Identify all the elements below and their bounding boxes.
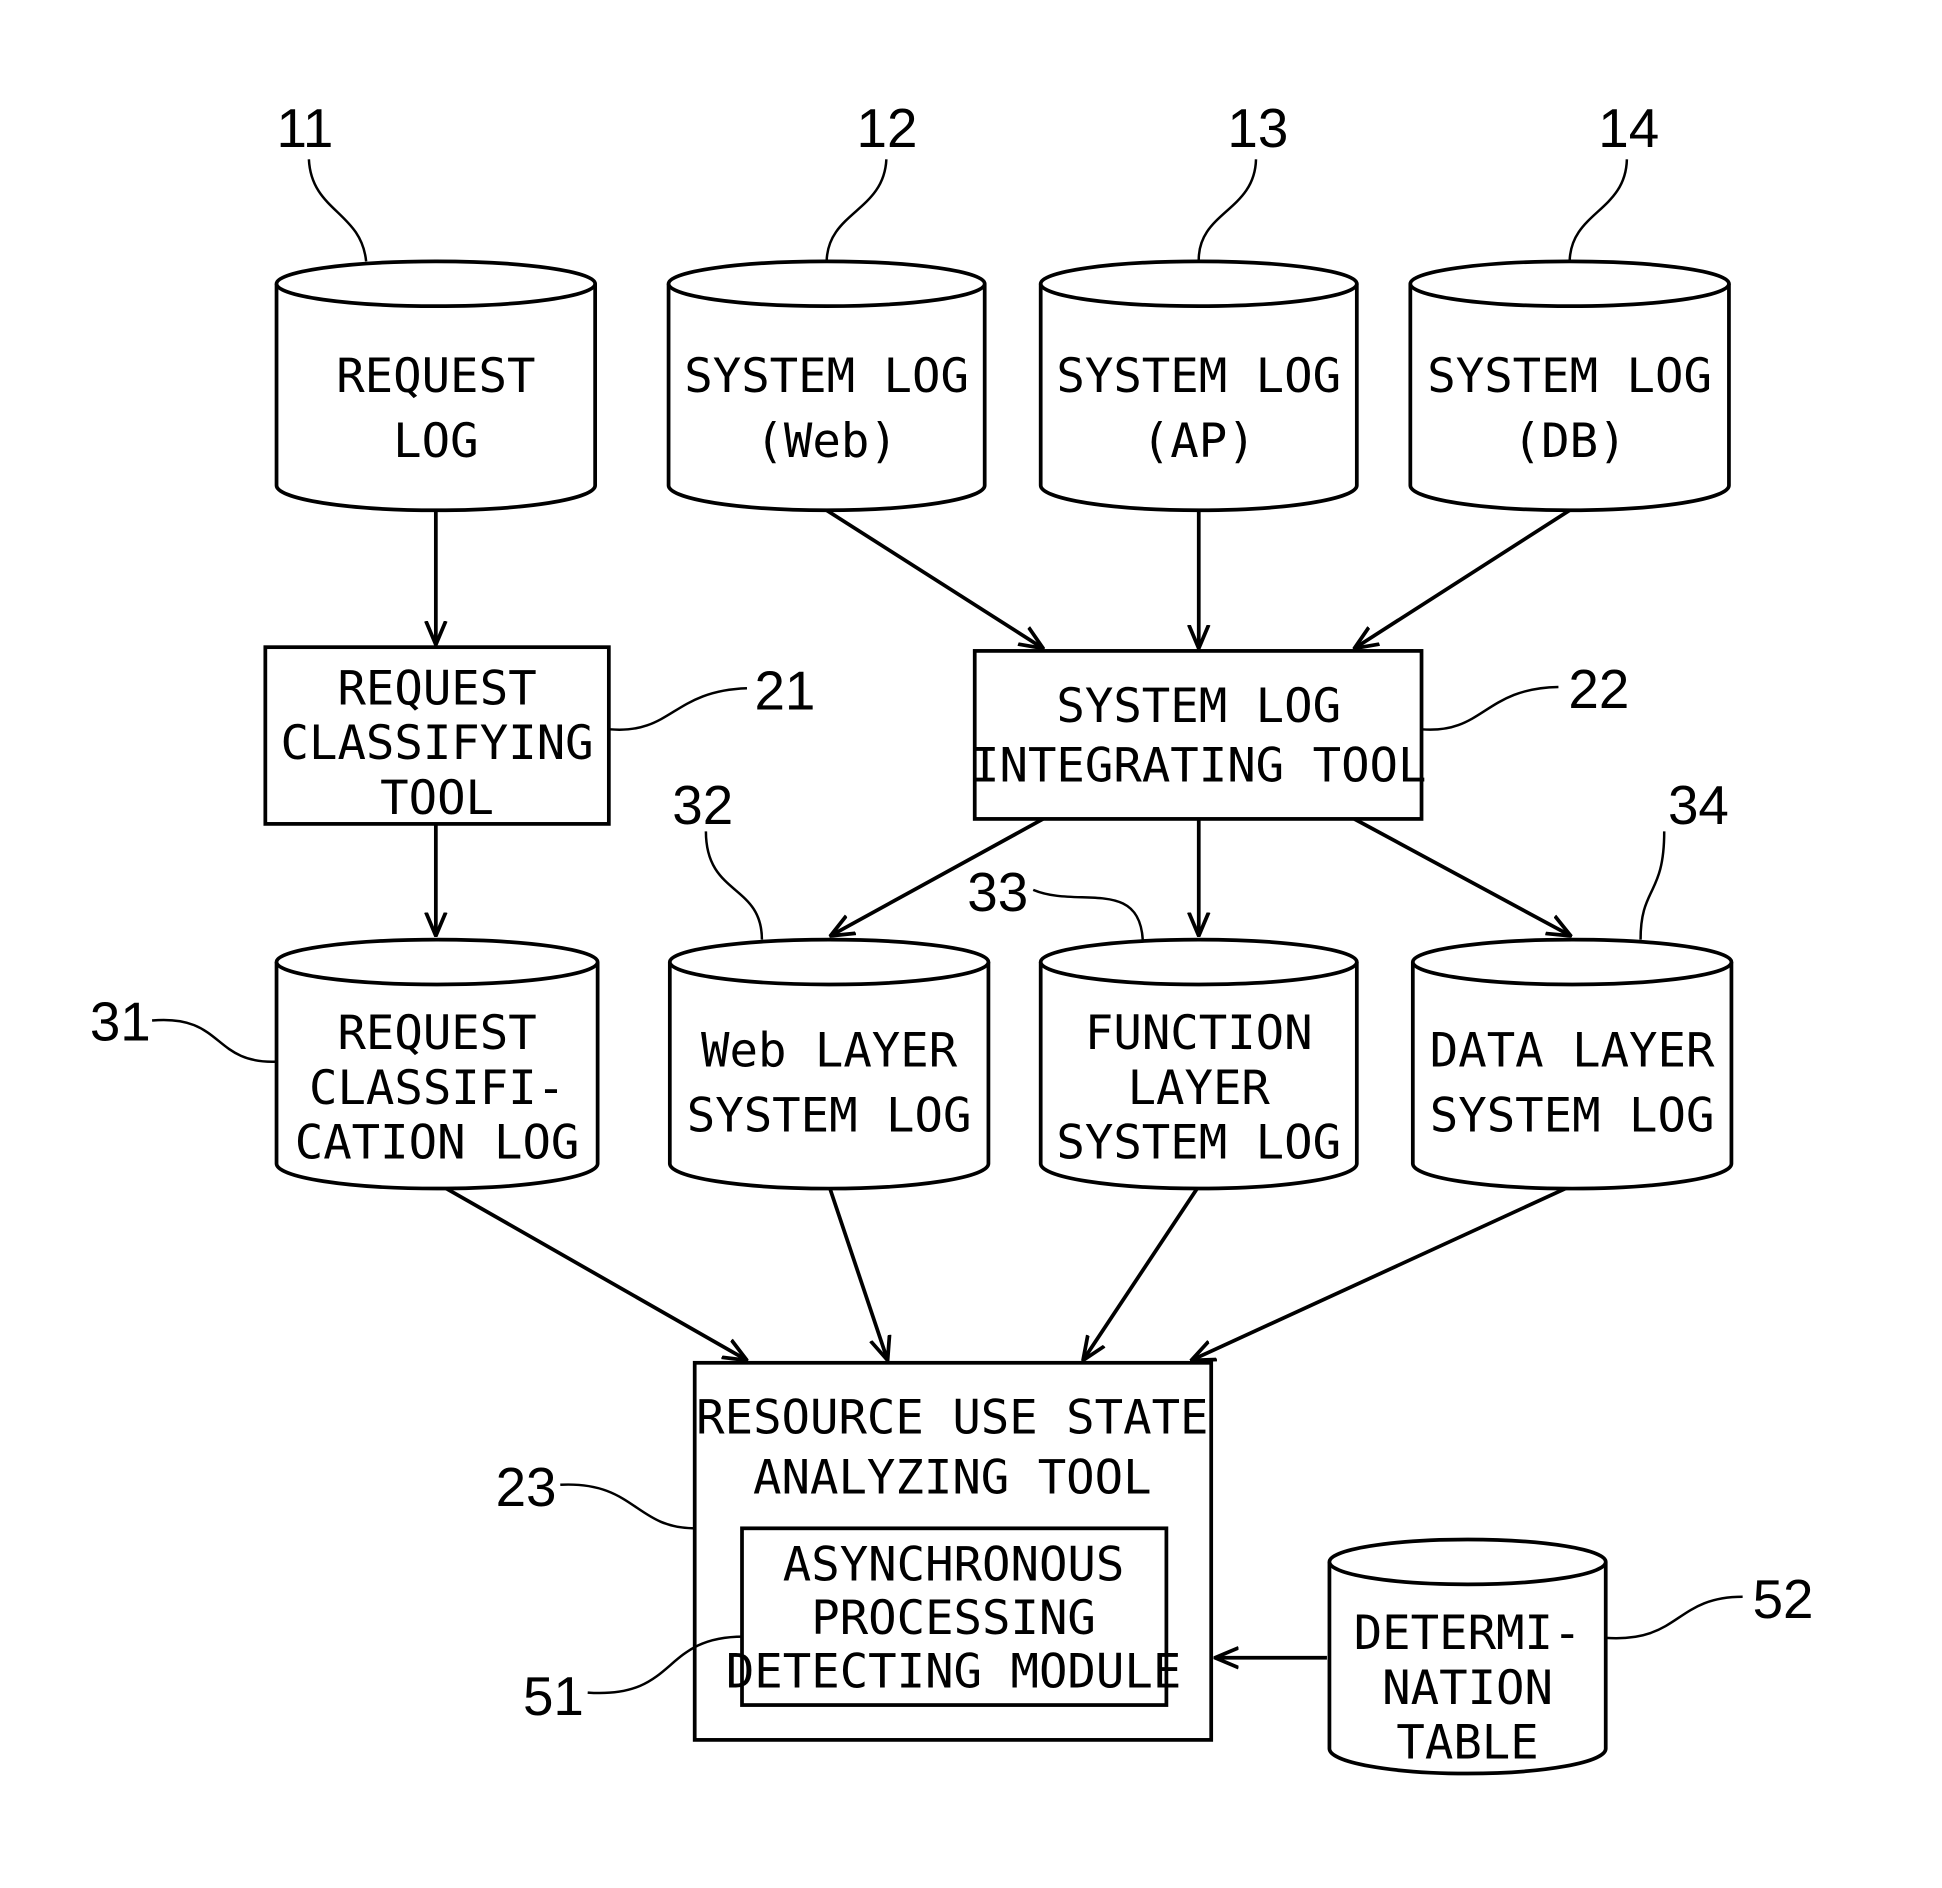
ref-31: 31 (90, 990, 151, 1052)
web-layer-log-label-1: Web LAYER (701, 1024, 958, 1079)
arrow-classification-log-to-analyzing-tool (441, 1184, 747, 1360)
block-diagram: REQUEST LOG SYSTEM LOG (Web) SYSTEM LOG … (90, 97, 1814, 1776)
web-layer-log-label-2: SYSTEM LOG (687, 1088, 972, 1143)
ref-14: 14 (1598, 97, 1659, 159)
analyzing-tool-label-1: RESOURCE USE STATE (696, 1391, 1208, 1446)
request-classifying-tool-label-3: TOOL (380, 771, 494, 826)
module-label-3: DETECTING MODULE (726, 1645, 1181, 1700)
web-layer-log-db: Web LAYER SYSTEM LOG (667, 937, 991, 1191)
arrow-function-layer-log-to-analyzing-tool (1083, 1185, 1201, 1360)
integrating-tool-label-2: INTEGRATING TOOL (971, 739, 1426, 794)
arrow-data-layer-log-to-analyzing-tool (1191, 1184, 1572, 1360)
arrow-syslog-db-to-integrating-tool (1354, 508, 1571, 648)
arrow-web-layer-log-to-analyzing-tool (827, 1185, 887, 1360)
ref-21: 21 (754, 659, 815, 721)
request-classifying-tool-label-1: REQUEST (337, 661, 536, 716)
module-label-1: ASYNCHRONOUS (783, 1538, 1125, 1593)
asynchronous-processing-detecting-module: ASYNCHRONOUS PROCESSING DETECTING MODULE (726, 1526, 1181, 1707)
system-log-web-label-2: (Web) (755, 414, 897, 469)
request-log-label-2: LOG (393, 414, 478, 469)
integrating-tool-label-1: SYSTEM LOG (1056, 679, 1341, 734)
ref-23: 23 (496, 1456, 557, 1518)
function-layer-log-db: FUNCTION LAYER SYSTEM LOG (1038, 937, 1359, 1191)
ref-32: 32 (672, 774, 733, 836)
ref-11: 11 (277, 97, 334, 159)
request-log-db: REQUEST LOG (274, 259, 598, 513)
determination-table-label-3: TABLE (1396, 1716, 1538, 1771)
system-log-integrating-tool: SYSTEM LOG INTEGRATING TOOL (971, 649, 1426, 821)
function-layer-log-label-2: LAYER (1128, 1061, 1271, 1116)
ref-13: 13 (1227, 97, 1288, 159)
system-log-db-db: SYSTEM LOG (DB) (1408, 259, 1731, 513)
ref-34: 34 (1668, 774, 1729, 836)
classification-log-label-3: CATION LOG (295, 1116, 580, 1171)
analyzing-tool-label-2: ANALYZING TOOL (753, 1450, 1152, 1505)
request-classifying-tool: REQUEST CLASSIFYING TOOL (263, 645, 611, 826)
system-log-db-label-2: (DB) (1513, 414, 1627, 469)
classification-log-label-2: CLASSIFI- (309, 1061, 565, 1116)
arrow-syslog-web-to-integrating-tool (825, 508, 1044, 648)
request-classification-log-db: REQUEST CLASSIFI- CATION LOG (274, 937, 600, 1191)
system-log-db-label-1: SYSTEM LOG (1427, 349, 1712, 404)
system-log-ap-db: SYSTEM LOG (AP) (1038, 259, 1359, 513)
request-classifying-tool-label-2: CLASSIFYING (281, 716, 594, 771)
determination-table-label-2: NATION (1382, 1661, 1553, 1716)
determination-table-db: DETERMI- NATION TABLE (1327, 1537, 1608, 1776)
system-log-web-label-1: SYSTEM LOG (684, 349, 969, 404)
classification-log-label-1: REQUEST (337, 1006, 536, 1061)
arrow-integrating-tool-to-data-layer-log (1353, 817, 1571, 936)
ref-12: 12 (857, 97, 918, 159)
determination-table-label-1: DETERMI- (1354, 1606, 1582, 1661)
module-label-2: PROCESSING (811, 1591, 1096, 1646)
data-layer-log-db: DATA LAYER SYSTEM LOG (1410, 937, 1734, 1191)
function-layer-log-label-1: FUNCTION (1085, 1006, 1313, 1061)
system-log-web-db: SYSTEM LOG (Web) (666, 259, 987, 513)
ref-33: 33 (967, 861, 1028, 923)
data-layer-log-label-2: SYSTEM LOG (1430, 1088, 1715, 1143)
request-log-label-1: REQUEST (336, 349, 535, 404)
data-layer-log-label-1: DATA LAYER (1430, 1024, 1715, 1079)
function-layer-log-label-3: SYSTEM LOG (1056, 1116, 1341, 1171)
system-log-ap-label-2: (AP) (1142, 414, 1256, 469)
ref-51: 51 (523, 1665, 584, 1727)
resource-use-state-analyzing-tool: RESOURCE USE STATE ANALYZING TOOL ASYNCH… (692, 1360, 1214, 1742)
ref-22: 22 (1568, 658, 1629, 720)
ref-52: 52 (1753, 1568, 1814, 1630)
system-log-ap-label-1: SYSTEM LOG (1056, 349, 1341, 404)
